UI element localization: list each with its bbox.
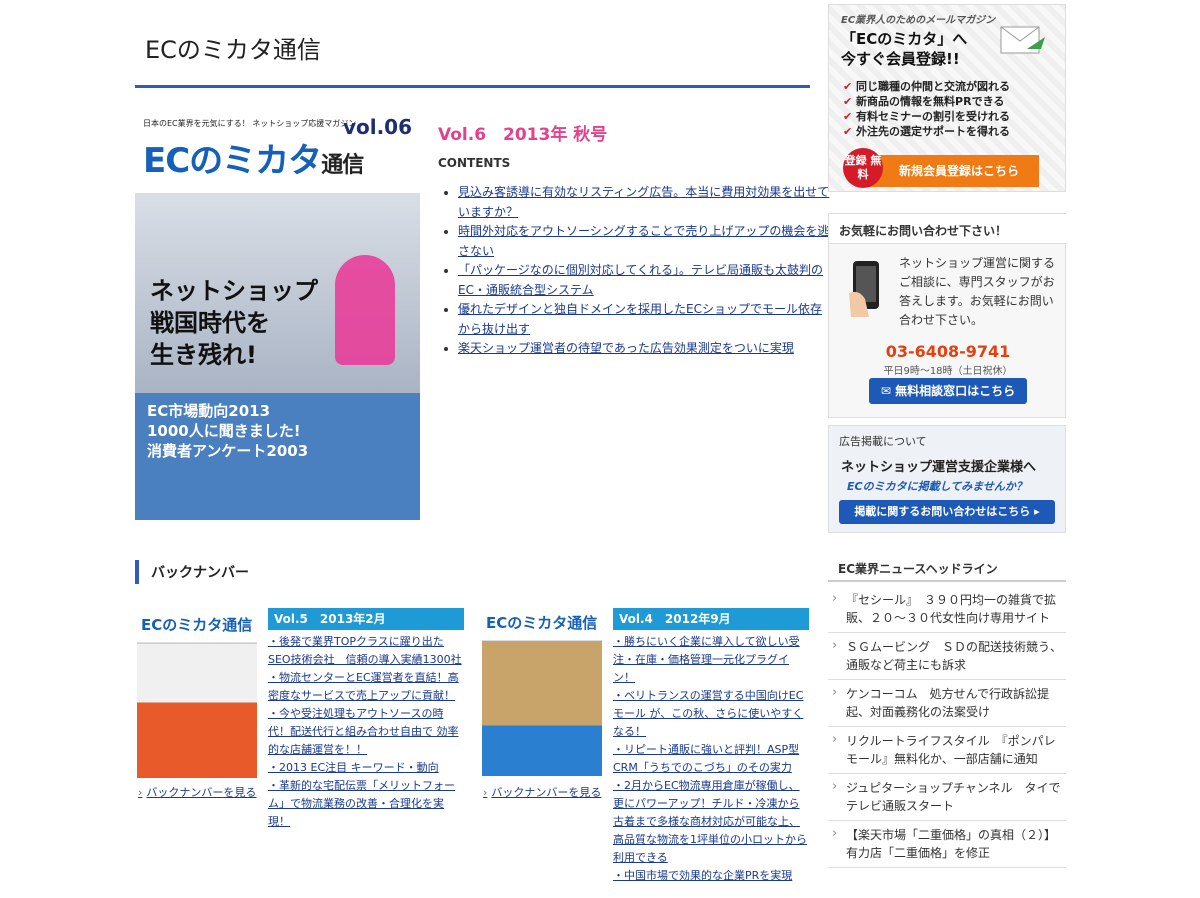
ad-subtitle: ECのミカタに掲載してみませんか？ bbox=[847, 480, 1027, 493]
contact-box: お気軽にお問い合わせ下さい！ ネットショップ運営に関するご相談に、専門スタッフが… bbox=[828, 213, 1067, 418]
list-item[interactable]: ＳＧムービング ＳＤの配送技術競う、通販など荷主にも訴求 bbox=[828, 633, 1066, 680]
list-item: ・勝ちにいく企業に導入して欲しい受注・在庫・価格管理一元化プラグイン！ bbox=[613, 635, 800, 684]
list-item: ・リピート通販に強いと評判！ASP型CRM「うちでのこづち」のその実力 bbox=[613, 743, 800, 774]
list-item: ・2013 EC注目 キーワード・動向 bbox=[268, 761, 439, 774]
contents-link[interactable]: 楽天ショップ運営者の待望であった広告効果測定をついに実現 bbox=[458, 341, 794, 355]
list-item: ・今や受注処理もアウトソースの時代！配送代行と組み合わせ自由で 効率的な店舗運営… bbox=[268, 707, 459, 756]
backnumber-more-link[interactable]: バックナンバーを見る bbox=[138, 784, 256, 800]
phone-number[interactable]: 03-6408-9741 bbox=[829, 342, 1067, 361]
list-item[interactable]: ジュピターショップチャンネル タイでテレビ通販スタート bbox=[828, 774, 1066, 821]
list-item: 見込み客誘導に有効なリスティング広告。本当に費用対効果を出せていますか？ bbox=[458, 183, 830, 222]
ad-banner[interactable]: 広告掲載について ネットショップ運営支援企業様へ ECのミカタに掲載してみません… bbox=[828, 425, 1066, 533]
samurai-figure bbox=[335, 255, 395, 365]
list-item: 同じ職種の仲間と交流が図れる bbox=[843, 79, 1010, 94]
current-issue-heading: Vol.6 2013年 秋号 bbox=[438, 125, 608, 145]
smartphone-icon bbox=[849, 261, 879, 317]
contents-link[interactable]: 時間外対応をアウトソーシングすることで売り上げアップの機会を逃さない bbox=[458, 224, 829, 258]
current-issue-cover[interactable]: 日本のEC業界を元気にする！ ネットショップ応援マガジン vol.06 ECのミ… bbox=[135, 115, 420, 520]
list-item: ・2月からEC物流専用倉庫が稼働し、更にパワーアップ！チルド・冷凍から古着まで多… bbox=[613, 779, 807, 864]
benefit-list: 同じ職種の仲間と交流が図れる 新商品の情報を無料PRできる 有料セミナーの割引を… bbox=[843, 79, 1010, 139]
backnumber-label: Vol.5 2013年2月 bbox=[268, 608, 464, 630]
list-item: 新商品の情報を無料PRできる bbox=[843, 94, 1010, 109]
ad-label: 広告掲載について bbox=[839, 435, 927, 448]
list-item[interactable]: 【楽天市場「二重価格」の真相（２）】 有力店「二重価格」を修正 bbox=[828, 821, 1066, 868]
news-heading: EC業界ニュースヘッドライン bbox=[838, 562, 998, 576]
contents-link[interactable]: 「パッケージなのに個別対応してくれる」。テレビ局通販も太鼓判のEC・通販統合型シ… bbox=[458, 263, 823, 297]
list-item: ・ベリトランスの運営する中国向けECモール が、この秋、さらに使いやすくなる！ bbox=[613, 689, 804, 738]
cover-logo: ECのミカタ通信 bbox=[143, 141, 364, 181]
news-headlines: EC業界ニュースヘッドライン 『セシール』 ３９０円均一の雑貨で拡販、２０～３０… bbox=[828, 552, 1066, 898]
ad-title: ネットショップ運営支援企業様へ bbox=[841, 460, 1037, 475]
page-title: ECのミカタ通信 bbox=[145, 36, 321, 64]
contact-text: ネットショップ運営に関するご相談に、専門スタッフがお答えします。お気軽にお問い合… bbox=[899, 256, 1056, 327]
list-item: ・中国市場で効果的な企業PRを実現 bbox=[613, 869, 793, 882]
backnumber-cover-vol4[interactable]: ECのミカタ通信 bbox=[482, 608, 602, 776]
mail-icon: ✉ bbox=[880, 384, 896, 398]
news-list: 『セシール』 ３９０円均一の雑貨で拡販、２０～３０代女性向け専用サイト ＳＧムー… bbox=[828, 586, 1066, 868]
contents-list: 見込み客誘導に有効なリスティング広告。本当に費用対効果を出せていますか？ 時間外… bbox=[438, 183, 830, 359]
list-item[interactable]: ケンコーコム 処方せんで行政訴訟提起、対面義務化の法案受け bbox=[828, 680, 1066, 727]
title-divider bbox=[135, 85, 810, 88]
free-badge: 登録 無料 bbox=[843, 148, 883, 188]
list-item: ・革新的な宅配伝票「メリットフォーム」で物流業務の改善・合理化を実現！ bbox=[268, 779, 455, 828]
list-item[interactable]: リクルートライフスタイル 『ポンパレモール』無料化か、一部店舗に通知 bbox=[828, 727, 1066, 774]
list-item: ・後発で業界TOPクラスに躍り出たSEO技術会社 信頼の導入実績1300社 bbox=[268, 635, 462, 666]
backnumber-cover-vol5[interactable]: ECのミカタ通信 bbox=[137, 610, 257, 778]
contact-heading: お気軽にお問い合わせ下さい！ bbox=[839, 224, 1008, 238]
contents-link[interactable]: 見込み客誘導に有効なリスティング広告。本当に費用対効果を出せていますか？ bbox=[458, 185, 829, 219]
list-item[interactable]: 『セシール』 ３９０円均一の雑貨で拡販、２０～３０代女性向け専用サイト bbox=[828, 586, 1066, 633]
envelope-icon bbox=[1000, 26, 1045, 54]
cover-headline: ネットショップ 戦国時代を 生き残れ! bbox=[150, 277, 318, 369]
backnumber-vol4: Vol.4 2012年9月 ・勝ちにいく企業に導入して欲しい受注・在庫・価格管理… bbox=[613, 608, 809, 885]
backnumber-more-link[interactable]: バックナンバーを見る bbox=[483, 784, 601, 800]
newsletter-banner[interactable]: EC業界人のためのメールマガジン 「ECのミカタ」へ 今すぐ会員登録!! 同じ職… bbox=[828, 4, 1066, 192]
cover-feature-band: EC市場動向2013 1000人に聞きました! 消費者アンケート2003 bbox=[135, 393, 420, 520]
list-item: 外注先の選定サポートを得れる bbox=[843, 124, 1010, 139]
backnumber-label: Vol.4 2012年9月 bbox=[613, 608, 809, 630]
list-item: ・物流センターとEC運営者を直結！高密度なサービスで売上アップに貢献！ bbox=[268, 671, 459, 702]
ad-inquiry-button[interactable]: 掲載に関するお問い合わせはこちら ▸ bbox=[839, 500, 1055, 524]
contents-link[interactable]: 優れたデザインと独自ドメインを採用したECショップでモール依存から抜け出す bbox=[458, 302, 822, 336]
register-button[interactable]: 新規会員登録はこちら bbox=[859, 155, 1039, 187]
arrow-right-icon: ▸ bbox=[1030, 505, 1040, 518]
business-hours: 平日9時〜18時（土日祝休） bbox=[883, 366, 1013, 377]
cover-tagline: 日本のEC業界を元気にする！ ネットショップ応援マガジン bbox=[143, 119, 357, 128]
consultation-button[interactable]: ✉ 無料相談窓口はこちら bbox=[869, 378, 1027, 404]
list-item: 有料セミナーの割引を受けれる bbox=[843, 109, 1010, 124]
list-item: 時間外対応をアウトソーシングすることで売り上げアップの機会を逃さない bbox=[458, 222, 830, 261]
backnumber-vol5: Vol.5 2013年2月 ・後発で業界TOPクラスに躍り出たSEO技術会社 信… bbox=[268, 608, 464, 831]
list-item: 「パッケージなのに個別対応してくれる」。テレビ局通販も太鼓判のEC・通販統合型シ… bbox=[458, 261, 830, 300]
list-item: 楽天ショップ運営者の待望であった広告効果測定をついに実現 bbox=[458, 339, 830, 359]
backnumber-heading: バックナンバー bbox=[135, 560, 814, 584]
contents-label: CONTENTS bbox=[438, 156, 511, 170]
list-item: 優れたデザインと独自ドメインを採用したECショップでモール依存から抜け出す bbox=[458, 300, 830, 339]
